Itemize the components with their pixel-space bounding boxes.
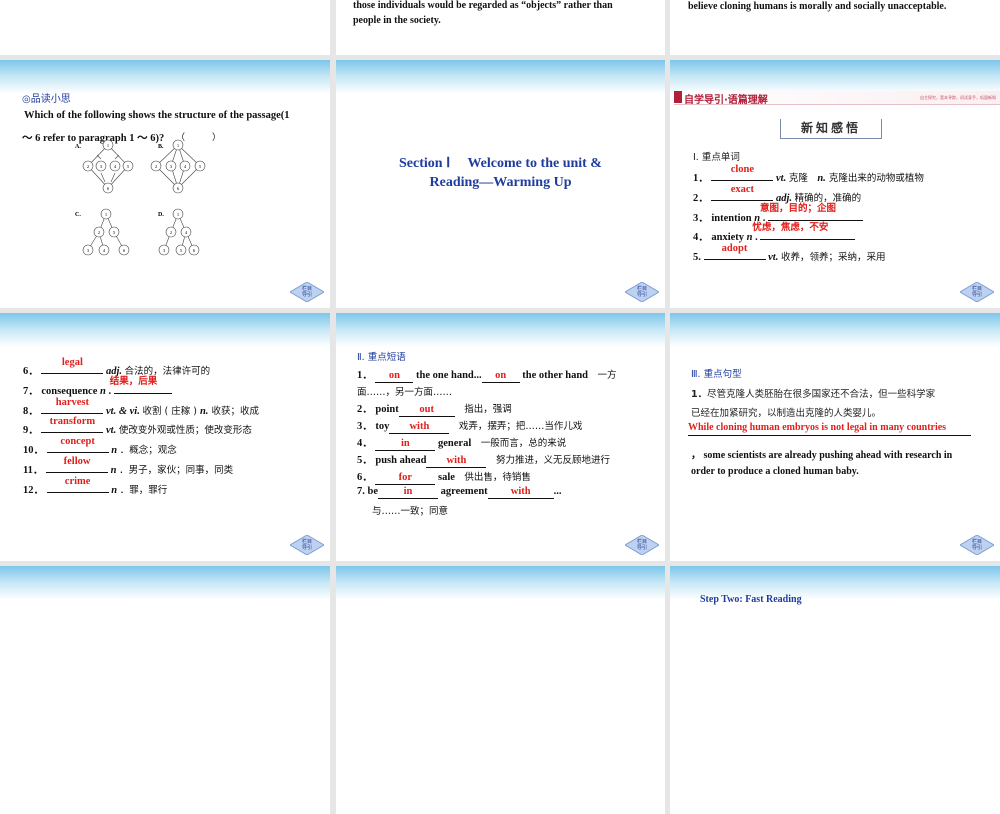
nav-label: 栏目导引 bbox=[971, 286, 982, 298]
text-line: people in the society. bbox=[353, 15, 441, 26]
word-item: 7． consequence n . 结果，后果 bbox=[23, 376, 172, 398]
nav-guide-button[interactable]: 栏目导引 bbox=[625, 282, 659, 302]
option-label: A. bbox=[75, 144, 81, 150]
list-heading: Ⅰ. 重点单词 bbox=[693, 152, 740, 163]
word-item: 4． anxiety n . 忧虑，焦虑，不安 bbox=[693, 223, 856, 244]
sentence-cn: 已经在加紧研究，以制造出克隆的人类婴儿。 bbox=[691, 408, 882, 419]
word-item: 1． clone vt. 克隆 n. 克隆出来的动物或植物 bbox=[693, 164, 924, 184]
nav-guide-button[interactable]: 栏目导引 bbox=[290, 535, 324, 555]
slide-thumbnail-sentences[interactable]: Unit 3Science and nature Ⅲ. 重点句型 1．尽管克隆人… bbox=[670, 313, 1000, 561]
nav-label: 栏目导引 bbox=[301, 539, 312, 551]
nav-guide-button[interactable]: 栏目导引 bbox=[290, 282, 324, 302]
phrase-item: 2． point out 指出，强调 bbox=[357, 404, 512, 417]
nav-guide-button[interactable]: 栏目导引 bbox=[960, 535, 994, 555]
nav-label: 栏目导引 bbox=[636, 286, 647, 298]
word-item: 11． fellow n ．男子，家伙；同事，同类 bbox=[23, 456, 234, 476]
phrase-item-cont: 与……一致；同意 bbox=[372, 506, 449, 517]
question-text: Which of the following shows the structu… bbox=[24, 110, 290, 121]
phrase-item: 7. be in agreement with... bbox=[357, 486, 562, 499]
word-item: 9． transform vt. 使改变外观或性质；使改变形态 bbox=[23, 416, 252, 437]
option-label: B. bbox=[158, 144, 164, 150]
phrase-item: 5． push ahead with 努力推进，义无反顾地进行 bbox=[357, 455, 610, 468]
structure-diagrams: A. 12 3 4 56B. 12 3 4 56C. 12 53 4 6D. 12 43 5 6 bbox=[75, 139, 206, 256]
sentence-text: ， some scientists are already pushing ah… bbox=[691, 450, 953, 461]
option-label: D. bbox=[158, 212, 164, 218]
slide-header-band bbox=[670, 60, 1000, 94]
word-item: 12． crime n ．罪，罪行 bbox=[23, 475, 168, 496]
option-label: C. bbox=[75, 212, 81, 218]
nav-label: 栏目导引 bbox=[971, 539, 982, 551]
slide-thumbnail[interactable]: believe cloning humans is morally and so… bbox=[670, 0, 1000, 55]
text-line: believe cloning humans is morally and so… bbox=[688, 1, 947, 12]
phrase-item-cont: 面……，另一方面…… bbox=[357, 387, 453, 398]
diagram-edge bbox=[96, 154, 102, 160]
nav-guide-button[interactable]: 栏目导引 bbox=[625, 535, 659, 555]
slide-thumbnail[interactable]: Unit 3Science and nature bbox=[0, 566, 330, 814]
word-item: 5. adopt vt. 收养，领养；采纳，采用 bbox=[693, 243, 886, 264]
banner-title: 自学导引·语篇理解 bbox=[684, 95, 768, 106]
phrase-item: 3． toy with 戏弄，摆弄；把……当作儿戏 bbox=[357, 421, 583, 434]
slide-thumbnail-words[interactable]: Unit 3Science and nature 自学导引·语篇理解 自主探究，… bbox=[670, 60, 1000, 308]
diagram-node-label: 1 bbox=[105, 212, 107, 217]
diagram-edge bbox=[114, 154, 120, 160]
slide-thumbnail[interactable]: Unit 3Science and nature bbox=[336, 566, 665, 814]
slide-thumbnail[interactable]: those individuals would be regarded as “… bbox=[336, 0, 665, 55]
slide-header-band bbox=[0, 313, 330, 347]
slide-header-band bbox=[336, 313, 665, 347]
banner: 自学导引·语篇理解 自主探究，宽本寻踪，初试身手，巩固新知 bbox=[674, 91, 1000, 106]
banner-icon bbox=[674, 91, 682, 103]
diagram-node-label: 2 bbox=[98, 230, 100, 235]
slide-thumbnail-section-title[interactable]: Unit 3Science and nature Section Ⅰ Welco… bbox=[336, 60, 665, 308]
section-title-line1: Section Ⅰ Welcome to the unit & bbox=[399, 156, 602, 171]
slide-header-band bbox=[0, 566, 330, 600]
slide-header-band bbox=[336, 60, 665, 94]
section-title-line2: Reading—Warming Up bbox=[429, 175, 572, 190]
list-heading: Ⅲ. 重点句型 bbox=[691, 369, 742, 380]
banner-note: 自主探究，宽本寻踪，初试身手，巩固新知 bbox=[920, 95, 996, 100]
nav-guide-button[interactable]: 栏目导引 bbox=[960, 282, 994, 302]
phrase-item: 1． on the one hand... on the other hand 一… bbox=[357, 370, 617, 383]
sentence-answer: While cloning human embryos is not legal… bbox=[688, 422, 971, 436]
word-item: 10． concept n ．概念；观念 bbox=[23, 436, 177, 457]
nav-label: 栏目导引 bbox=[301, 286, 312, 298]
slide-thumbnail[interactable] bbox=[0, 0, 330, 55]
slide-thumbnail-reading[interactable]: Unit 3Science and nature ◎品读小思 Which of … bbox=[0, 60, 330, 308]
sentence-text: order to produce a cloned human baby. bbox=[691, 466, 859, 477]
diagram-node-label: 1 bbox=[107, 143, 109, 148]
slide-header-band bbox=[336, 566, 665, 600]
diagram-node-label: 2 bbox=[170, 230, 172, 235]
sentence-cn: 1．尽管克隆人类胚胎在很多国家还不合法，但一些科学家 bbox=[691, 389, 936, 400]
slide-header-band bbox=[0, 60, 330, 94]
diagram-node-label: 2 bbox=[155, 164, 157, 169]
slide-thumbnail-phrases[interactable]: Unit 3Science and nature Ⅱ. 重点短语 1． on t… bbox=[336, 313, 665, 561]
text-line: those individuals would be regarded as “… bbox=[353, 0, 613, 11]
nav-label: 栏目导引 bbox=[636, 539, 647, 551]
box-title: 新知感悟 bbox=[780, 119, 882, 139]
word-item: 8． harvest vt. & vi. 收割 ( 庄稼 ) n. 收获；收成 bbox=[23, 396, 259, 417]
diagram-node-label: 2 bbox=[87, 164, 89, 169]
diagram-node-label: 1 bbox=[177, 143, 179, 148]
phrase-item: 6． for sale 供出售，待销售 bbox=[357, 472, 531, 485]
phrase-item: 4． in general 一般而言，总的来说 bbox=[357, 438, 567, 451]
slide-thumbnail-words-2[interactable]: Unit 3Science and nature6． legal adj. 合法… bbox=[0, 313, 330, 561]
slide-thumbnail[interactable]: Unit 3Science and nature Step Two: Fast … bbox=[670, 566, 1000, 814]
diagram-node-label: 1 bbox=[177, 212, 179, 217]
slide-header-band bbox=[670, 313, 1000, 347]
section-heading: ◎品读小思 bbox=[22, 94, 71, 105]
list-heading: Ⅱ. 重点短语 bbox=[357, 352, 406, 363]
